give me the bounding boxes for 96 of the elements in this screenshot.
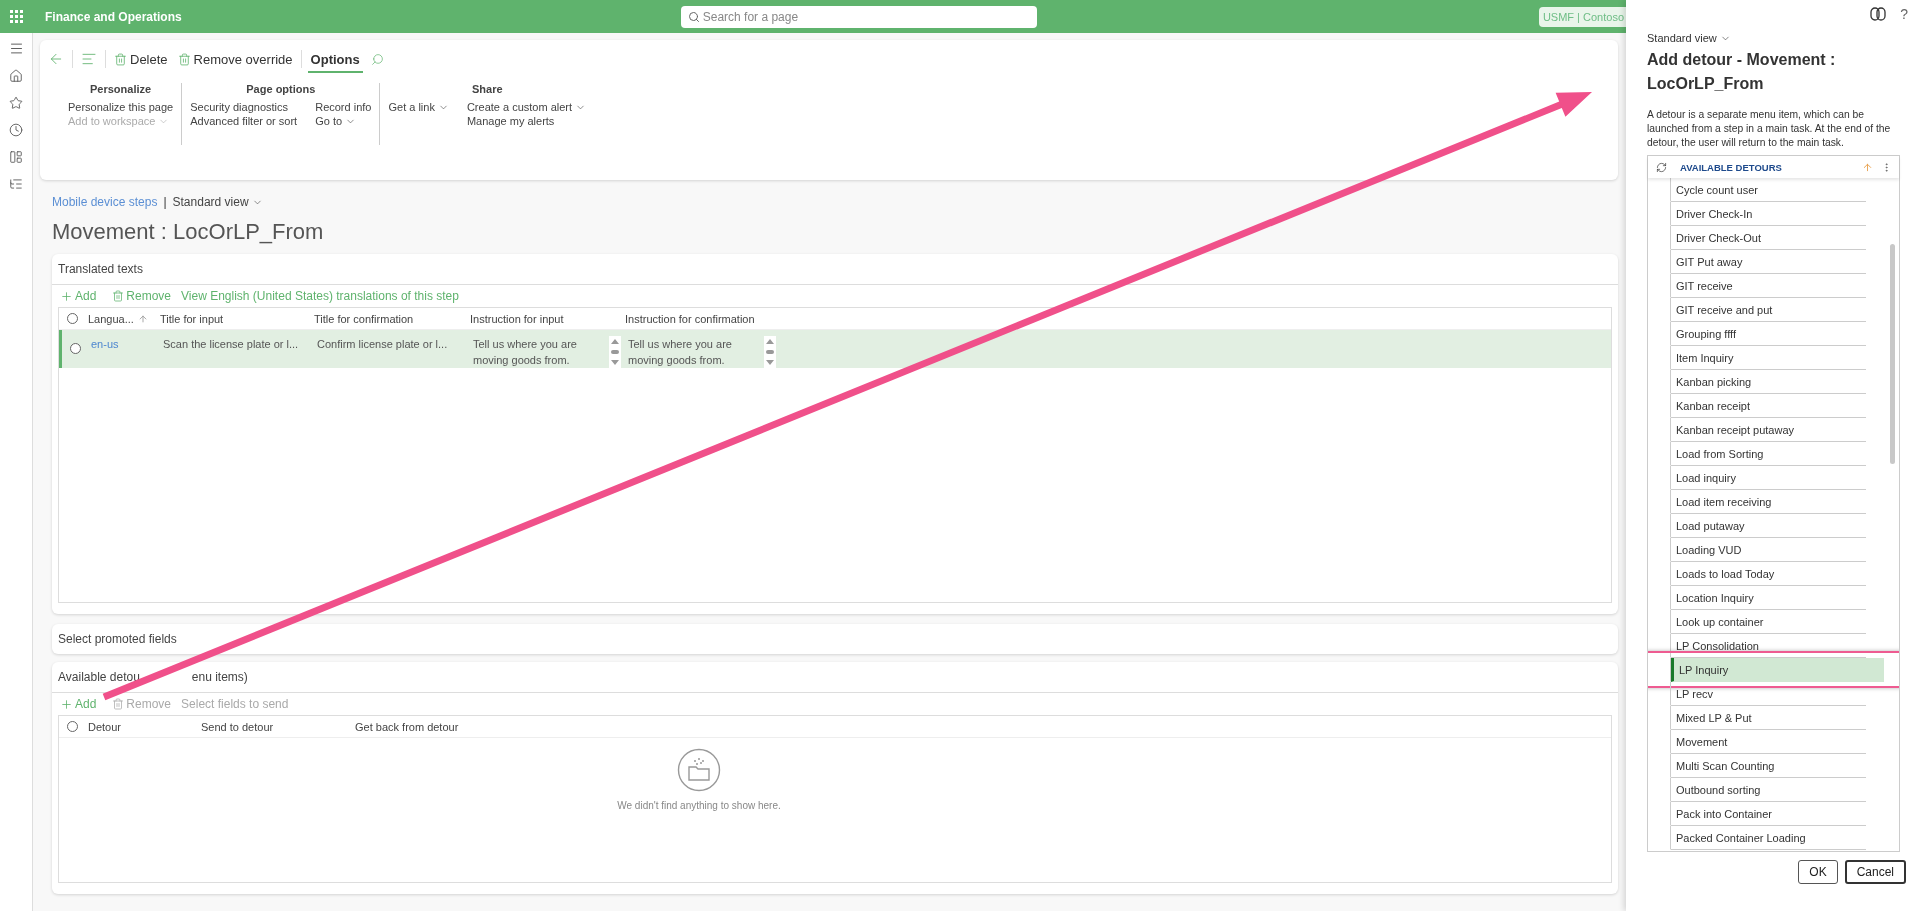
menu-item[interactable]: Record info <box>315 101 372 113</box>
empty-folder-icon <box>677 748 721 792</box>
home-icon[interactable] <box>9 69 23 83</box>
plus-icon <box>60 697 73 711</box>
section-title[interactable]: Available detou <box>58 670 140 684</box>
page-title: Movement : LocOrLP_From <box>52 219 325 245</box>
table-cell-text: Tell us where you are moving goods from. <box>627 337 733 368</box>
list-item[interactable]: Load from Sorting <box>1671 442 1866 466</box>
sort-icon <box>137 313 148 324</box>
toolbar-button[interactable]: Remove override <box>175 49 295 69</box>
trash-icon <box>177 52 191 66</box>
toolbar-button[interactable]: Delete <box>112 49 170 69</box>
list-item[interactable]: LP Inquiry <box>1671 658 1884 682</box>
list-item[interactable]: Location Inquiry <box>1671 586 1866 610</box>
section-title[interactable]: enu items) <box>191 670 248 684</box>
menu-item[interactable]: Create a custom alert <box>466 101 587 113</box>
list-item[interactable]: Load inquiry <box>1671 466 1866 490</box>
workspace-icon[interactable] <box>9 150 23 164</box>
star-icon[interactable] <box>9 96 23 110</box>
column-header[interactable]: Title for confirmation <box>311 312 467 325</box>
menu-item[interactable]: Personalize this page <box>68 101 174 113</box>
table-cell-text: Tell us where you are moving goods from. <box>472 337 578 368</box>
separator: | <box>163 195 167 209</box>
list-item[interactable]: Pack into Container <box>1671 802 1866 826</box>
group-title: Page options <box>246 83 316 95</box>
column-header[interactable]: AVAILABLE DETOURS <box>1674 161 1862 173</box>
section-title[interactable]: Select promoted fields <box>52 624 1618 654</box>
empty-message: We didn't find anything to show here. <box>617 800 781 811</box>
menu-item[interactable]: Go to <box>315 115 372 127</box>
column-header[interactable]: Send to detour <box>198 720 352 733</box>
list-item[interactable]: Movement <box>1671 730 1866 754</box>
list-item[interactable]: Outbound sorting <box>1671 778 1866 802</box>
trash-icon <box>112 290 125 302</box>
radio[interactable] <box>66 721 78 732</box>
list-item[interactable]: Kanban picking <box>1671 370 1866 394</box>
list-item[interactable]: Item Inquiry <box>1671 346 1866 370</box>
list-item[interactable]: Loading VUD <box>1671 538 1866 562</box>
app-title: Finance and Operations <box>45 9 182 24</box>
menu-icon[interactable] <box>8 41 24 56</box>
app-launcher-icon[interactable] <box>10 10 23 23</box>
list-item[interactable]: Driver Check-In <box>1671 202 1866 226</box>
options-tab[interactable]: Options <box>307 49 363 73</box>
group-title: Share <box>471 83 503 95</box>
plus-icon <box>60 289 73 303</box>
column-header[interactable]: Title for input <box>157 312 311 325</box>
list-item[interactable]: GIT receive and put <box>1671 298 1866 322</box>
list-item[interactable]: Multi Scan Counting <box>1671 754 1866 778</box>
dialog-description: A detour is a separate menu item, which can be launched from a step in a main task. At the end of the detour, the user will return to the main task. <box>1647 108 1892 150</box>
lines-icon <box>81 51 97 67</box>
cancel-button[interactable]: Cancel <box>1844 860 1906 884</box>
table-cell-text: Scan the license plate or l... <box>162 337 300 352</box>
sort-icon <box>1862 161 1873 173</box>
list-item[interactable]: Load item receiving <box>1671 490 1866 514</box>
trash-icon <box>112 698 125 710</box>
help-button[interactable]: ? <box>1900 6 1908 22</box>
spinner-icon <box>609 336 621 368</box>
search-icon <box>687 10 700 23</box>
list-item[interactable]: GIT Put away <box>1671 250 1866 274</box>
copilot-icon[interactable] <box>1870 7 1887 21</box>
menu-item[interactable]: Advanced filter or sort <box>190 115 298 127</box>
column-header[interactable]: Instruction for confirmation <box>622 312 777 325</box>
menu-item[interactable]: Security diagnostics <box>190 101 298 113</box>
radio[interactable] <box>66 313 78 324</box>
menu-item[interactable]: Get a link <box>388 101 449 113</box>
list-item[interactable]: Look up container <box>1671 610 1866 634</box>
list-item[interactable]: Mixed LP & Put <box>1671 706 1866 730</box>
list-icon[interactable] <box>9 177 23 191</box>
column-header[interactable]: Langua... <box>85 312 157 325</box>
dialog-title: Add detour - Movement : LocOrLP_From <box>1647 50 1837 94</box>
list-item[interactable]: Kanban receipt <box>1671 394 1866 418</box>
table-cell-text: Confirm license plate or l... <box>316 337 449 352</box>
list-item[interactable]: Kanban receipt putaway <box>1671 418 1866 442</box>
column-header[interactable]: Instruction for input <box>467 312 622 325</box>
list-item[interactable]: GIT receive <box>1671 274 1866 298</box>
menu-item[interactable]: Manage my alerts <box>466 115 587 127</box>
trash-icon <box>114 52 127 66</box>
list-item[interactable]: LP recv <box>1671 682 1866 706</box>
grid-row[interactable]: en-us Scan the license plate or l... Confirm license plate or l... Tell us where you are moving goods from. Tell us where you are moving goods from. <box>59 330 1611 368</box>
refresh-icon[interactable] <box>1655 161 1667 173</box>
ok-button[interactable]: OK <box>1798 860 1838 884</box>
scrollbar[interactable] <box>1890 244 1895 464</box>
column-header[interactable]: Get back from detour <box>352 720 552 733</box>
list-item[interactable]: Load putaway <box>1671 514 1866 538</box>
list-item[interactable]: Cycle count user <box>1671 178 1866 202</box>
spinner-icon <box>764 336 776 368</box>
search-field[interactable]: Search for a page <box>680 5 1037 28</box>
list-item[interactable]: Driver Check-Out <box>1671 226 1866 250</box>
list-item[interactable]: Grouping ffff <box>1671 322 1866 346</box>
clock-icon[interactable] <box>9 123 23 137</box>
list-item[interactable]: Packed Container Loading <box>1671 826 1866 850</box>
group-title: Personalize <box>90 83 152 95</box>
view-selector[interactable]: Standard view <box>1647 32 1908 44</box>
column-header[interactable]: Detour <box>85 720 198 733</box>
list-item[interactable]: Loads to load Today <box>1671 562 1866 586</box>
radio[interactable] <box>69 343 81 354</box>
view-selector[interactable]: Standard view <box>172 195 263 209</box>
